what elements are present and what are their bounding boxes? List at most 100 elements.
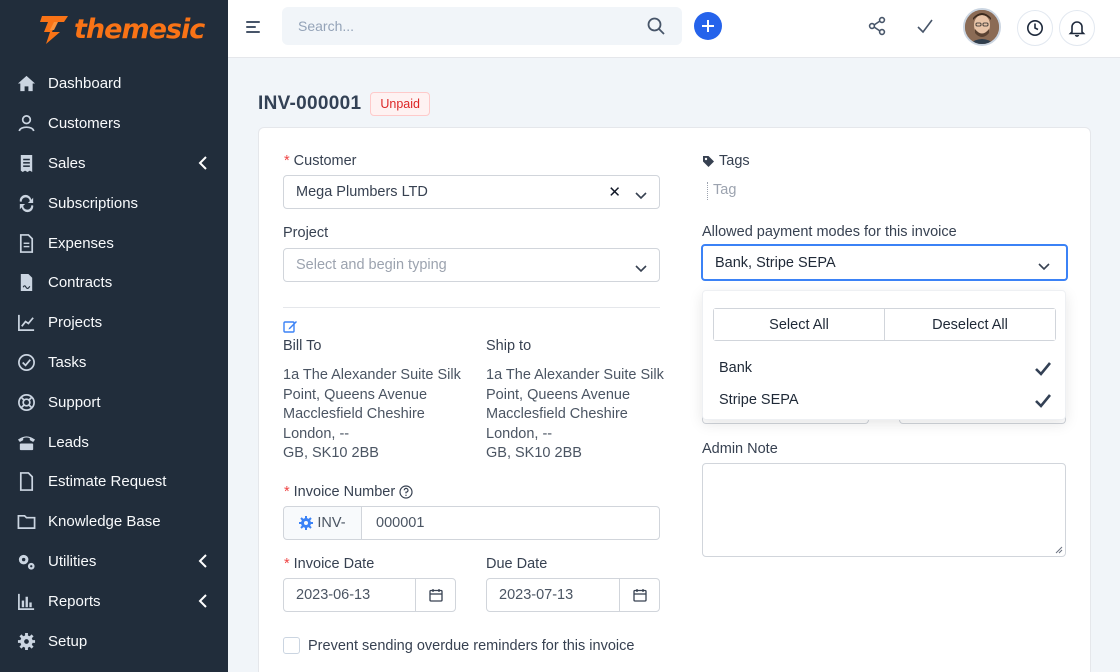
sidebar-item-projects[interactable]: Projects: [0, 303, 228, 343]
bar-chart-icon: [16, 591, 36, 611]
chevron-left-icon: [198, 554, 208, 569]
sidebar-item-label: Sales: [48, 154, 86, 172]
sidebar-item-setup[interactable]: Setup: [0, 621, 228, 661]
share-icon[interactable]: [865, 14, 889, 38]
brand-logo[interactable]: themesic: [0, 0, 228, 58]
payment-modes-dropdown: Select All Deselect All Bank Stripe SEPA: [702, 290, 1066, 420]
sidebar-item-dashboard[interactable]: Dashboard: [0, 64, 228, 104]
tag-icon: [703, 155, 714, 167]
bill-to-label: Bill To: [283, 338, 322, 354]
file-contract-icon: [16, 273, 36, 293]
notifications-button[interactable]: [1059, 10, 1095, 46]
folder-icon: [16, 512, 36, 532]
sidebar: themesic Dashboard Customers Sales Subscrip…: [0, 0, 228, 672]
sidebar-item-label: Estimate Request: [48, 473, 167, 491]
ship-to-label: Ship to: [486, 338, 532, 354]
tag-input[interactable]: Tag: [707, 182, 736, 200]
sidebar-item-expenses[interactable]: Expenses: [0, 223, 228, 263]
search-icon[interactable]: [646, 16, 666, 36]
due-date-label: Due Date: [486, 556, 548, 572]
chevron-left-icon: [198, 156, 208, 171]
search-input[interactable]: [298, 18, 646, 34]
invoice-date-field[interactable]: 2023-06-13: [283, 578, 456, 612]
sidebar-item-estimate-request[interactable]: Estimate Request: [0, 462, 228, 502]
overdue-reminder-label: Prevent sending overdue reminders for th…: [308, 638, 635, 654]
file-icon: [16, 472, 36, 492]
invoice-prefix-button[interactable]: INV-: [283, 506, 362, 540]
project-select[interactable]: Select and begin typing: [283, 248, 660, 282]
sidebar-item-support[interactable]: Support: [0, 382, 228, 422]
payment-modes-label: Allowed payment modes for this invoice: [702, 224, 957, 240]
cogs-icon: [16, 551, 36, 571]
due-date-input[interactable]: 2023-07-13: [487, 579, 619, 611]
lifebuoy-icon: [16, 392, 36, 412]
overdue-reminder-checkbox[interactable]: [283, 637, 300, 654]
admin-note-textarea[interactable]: [702, 463, 1066, 557]
repeat-icon: [16, 193, 36, 213]
sidebar-item-customers[interactable]: Customers: [0, 104, 228, 144]
invoice-date-label: * Invoice Date: [284, 556, 375, 572]
ship-to-address: 1a The Alexander Suite Silk Point, Queen…: [486, 367, 664, 461]
sidebar-item-label: Leads: [48, 433, 89, 451]
gear-icon: [16, 631, 36, 651]
bolt-logo-icon: [38, 12, 72, 46]
sidebar-item-knowledge-base[interactable]: Knowledge Base: [0, 502, 228, 542]
edit-address-icon[interactable]: [283, 319, 298, 334]
option-stripe-sepa[interactable]: Stripe SEPA: [719, 392, 799, 408]
menu-toggle-icon[interactable]: [246, 21, 260, 35]
sidebar-item-contracts[interactable]: Contracts: [0, 263, 228, 303]
customer-select[interactable]: Mega Plumbers LTD ✕: [283, 175, 660, 209]
sidebar-item-label: Utilities: [48, 552, 97, 570]
deselect-all-button[interactable]: Deselect All: [884, 309, 1055, 340]
sidebar-item-label: Knowledge Base: [48, 513, 161, 531]
quick-create-button[interactable]: [694, 12, 722, 40]
topbar: [228, 0, 1120, 58]
sidebar-item-label: Reports: [48, 592, 101, 610]
file-text-icon: [16, 233, 36, 253]
check-icon[interactable]: [913, 14, 937, 38]
sidebar-item-reports[interactable]: Reports: [0, 581, 228, 621]
sidebar-item-sales[interactable]: Sales: [0, 144, 228, 184]
search-box[interactable]: [282, 7, 682, 45]
user-avatar[interactable]: [963, 8, 1001, 46]
sidebar-item-tasks[interactable]: Tasks: [0, 343, 228, 383]
chevron-down-icon: [635, 188, 647, 200]
sidebar-item-label: Projects: [48, 314, 103, 332]
sidebar-item-label: Expenses: [48, 234, 114, 252]
gear-icon: [299, 516, 314, 530]
admin-note-label: Admin Note: [702, 441, 778, 457]
sidebar-item-label: Tasks: [48, 353, 87, 371]
invoice-number-input[interactable]: 000001: [361, 506, 660, 540]
payment-modes-select[interactable]: Bank, Stripe SEPA: [701, 244, 1068, 281]
tty-icon: [16, 432, 36, 452]
resize-handle-icon[interactable]: [1055, 546, 1063, 554]
project-label: Project: [283, 225, 329, 241]
status-badge: Unpaid: [370, 92, 430, 116]
help-icon[interactable]: [399, 485, 413, 499]
brand-name: themesic: [74, 13, 205, 45]
sidebar-item-label: Dashboard: [48, 75, 122, 93]
select-all-button[interactable]: Select All: [714, 309, 884, 340]
user-icon: [16, 114, 36, 134]
bill-to-address: 1a The Alexander Suite Silk Point, Queen…: [283, 367, 461, 461]
chart-icon: [16, 313, 36, 333]
page-title: INV-000001: [258, 93, 362, 114]
sidebar-item-label: Customers: [48, 115, 121, 133]
timer-button[interactable]: [1017, 10, 1053, 46]
calendar-icon[interactable]: [415, 579, 455, 611]
sidebar-item-subscriptions[interactable]: Subscriptions: [0, 183, 228, 223]
option-bank[interactable]: Bank: [719, 360, 752, 376]
customer-value: Mega Plumbers LTD: [296, 184, 428, 200]
sidebar-item-label: Subscriptions: [48, 194, 139, 212]
calendar-icon[interactable]: [619, 579, 659, 611]
customer-label: * Customer: [284, 153, 357, 169]
due-date-field[interactable]: 2023-07-13: [486, 578, 660, 612]
sidebar-item-utilities[interactable]: Utilities: [0, 542, 228, 582]
sidebar-nav: Dashboard Customers Sales Subscriptions Expe…: [0, 64, 228, 661]
clock-icon: [1027, 20, 1043, 36]
sidebar-item-leads[interactable]: Leads: [0, 422, 228, 462]
bell-icon: [1068, 21, 1086, 37]
invoice-date-input[interactable]: 2023-06-13: [284, 579, 415, 611]
clear-icon[interactable]: ✕: [608, 183, 621, 201]
chevron-down-icon: [1038, 259, 1050, 270]
